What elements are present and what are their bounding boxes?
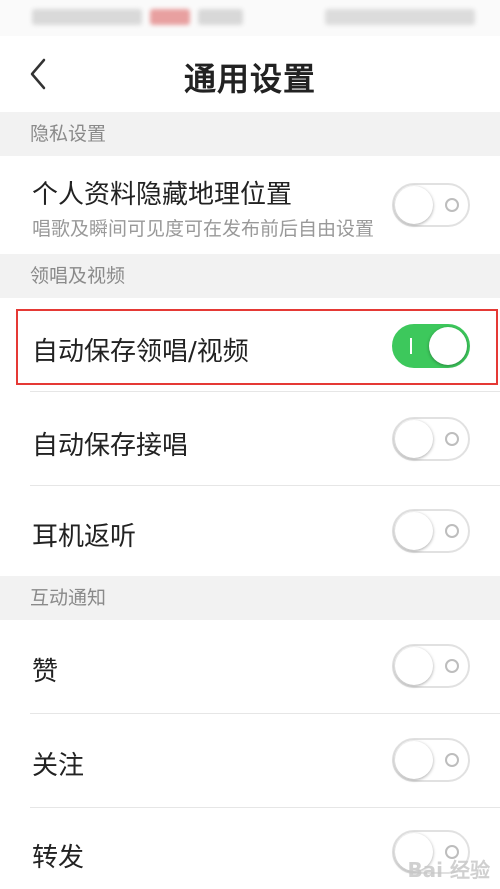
toggle-knob [395, 512, 433, 550]
setting-label: 自动保存接唱 [32, 431, 189, 461]
toggle-knob [395, 647, 433, 685]
toggle-knob [395, 741, 433, 779]
earphone-monitor-toggle[interactable] [392, 509, 470, 553]
status-bar-blur [150, 9, 190, 25]
toggle-on-icon [410, 338, 412, 354]
toggle-knob [395, 186, 433, 224]
setting-label: 转发 [32, 843, 85, 873]
page-title: 通用设置 [183, 60, 316, 98]
setting-label: 个人资料隐藏地理位置 [32, 180, 293, 210]
status-bar [0, 0, 500, 36]
setting-subtitle: 唱歌及瞬间可见度可在发布前后自由设置 [32, 218, 375, 240]
follow-toggle[interactable] [392, 738, 470, 782]
section-header-privacy: 隐私设置 [0, 112, 500, 156]
setting-row-follow: 关注 [0, 714, 500, 808]
toggle-knob [395, 420, 433, 458]
hide-location-toggle[interactable] [392, 183, 470, 227]
toggle-off-icon [445, 432, 459, 446]
watermark: Bai 经验 [407, 858, 490, 882]
status-bar-blur [325, 9, 475, 25]
setting-row-hide-location: 个人资料隐藏地理位置 唱歌及瞬间可见度可在发布前后自由设置 [0, 156, 500, 254]
setting-label: 赞 [32, 657, 59, 687]
setting-label: 耳机返听 [32, 522, 137, 552]
toggle-off-icon [445, 524, 459, 538]
setting-label: 自动保存领唱/视频 [32, 337, 249, 367]
setting-label: 关注 [32, 751, 85, 781]
toggle-off-icon [445, 753, 459, 767]
like-toggle[interactable] [392, 644, 470, 688]
nav-bar: 通用设置 [0, 36, 500, 112]
setting-row-auto-save-join: 自动保存接唱 [0, 392, 500, 486]
setting-row-auto-save-lead: 自动保存领唱/视频 [0, 298, 500, 392]
auto-save-lead-toggle[interactable] [392, 324, 470, 368]
status-bar-blur [32, 9, 142, 25]
toggle-off-icon [445, 198, 459, 212]
status-bar-blur [198, 9, 243, 25]
toggle-knob [429, 327, 467, 365]
auto-save-join-toggle[interactable] [392, 417, 470, 461]
section-header-notifications: 互动通知 [0, 576, 500, 620]
setting-row-earphone-monitor: 耳机返听 [0, 486, 500, 576]
section-header-lead-video: 领唱及视频 [0, 254, 500, 298]
toggle-off-icon [445, 659, 459, 673]
setting-row-like: 赞 [0, 620, 500, 714]
